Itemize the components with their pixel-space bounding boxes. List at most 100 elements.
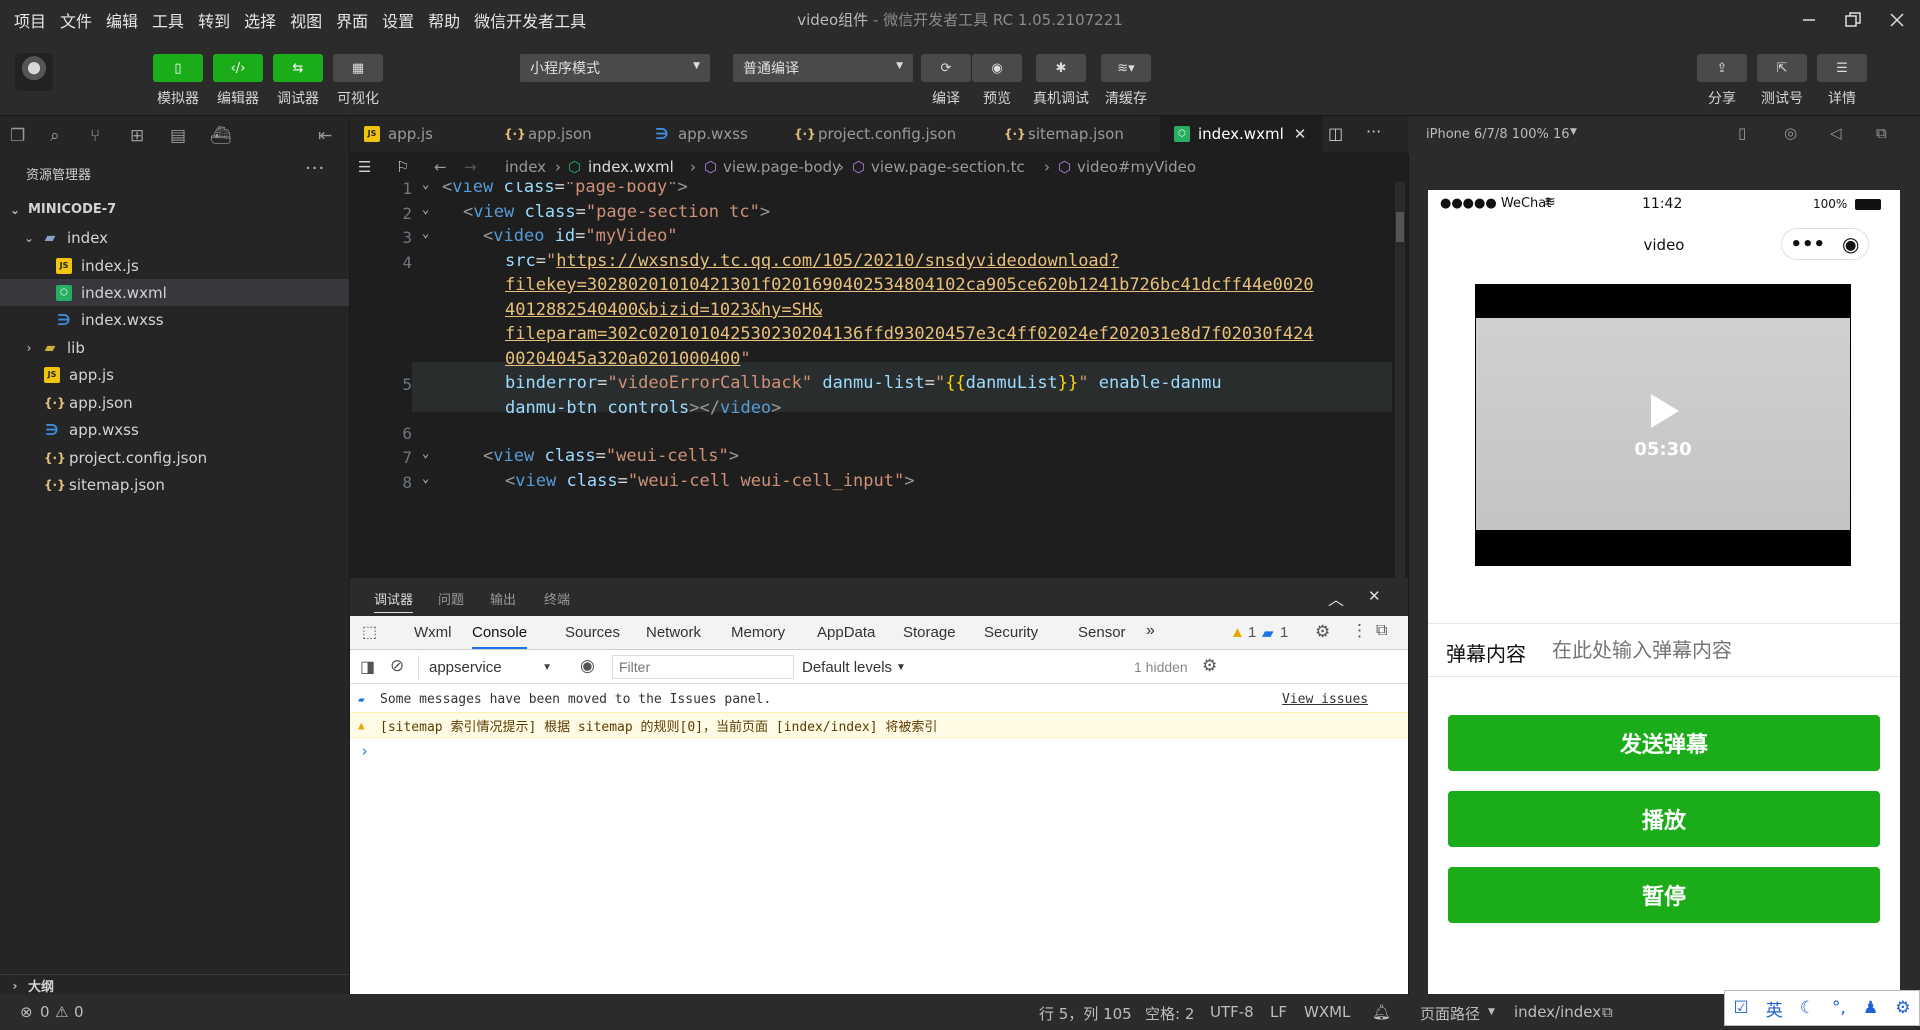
tree-item-app-js[interactable]: JS app.js (0, 361, 349, 388)
avatar[interactable] (15, 53, 53, 91)
clear-console-icon[interactable]: ⊘ (390, 656, 404, 676)
console-prompt[interactable]: › (350, 738, 1408, 764)
sidebar-toggle-icon[interactable]: ◨ (360, 657, 375, 677)
video-player[interactable]: 05:30 (1475, 284, 1851, 566)
minimize-button[interactable] (1784, 0, 1834, 40)
tab-wxml[interactable]: Wxml (414, 624, 452, 641)
menu-tools[interactable]: 工具 (152, 8, 184, 32)
fold-chevron-icon[interactable]: ⌄ (422, 226, 429, 240)
live-expression-eye-icon[interactable]: ◉ (580, 656, 595, 676)
gear-icon[interactable]: ⚙ (1895, 998, 1910, 1018)
tab-project-config-json[interactable]: {·} project.config.json (780, 116, 990, 152)
warning-count[interactable]: 0 (74, 1003, 84, 1021)
search-icon[interactable]: ⌕ (50, 126, 60, 146)
tab-problems[interactable]: 问题 (438, 589, 464, 608)
maximize-button[interactable] (1828, 0, 1878, 40)
line-ending[interactable]: LF (1270, 1003, 1287, 1021)
tab-memory[interactable]: Memory (731, 624, 785, 641)
breadcrumb-item[interactable]: video#myVideo (1077, 158, 1196, 176)
tab-storage[interactable]: Storage (903, 624, 956, 641)
popout-icon[interactable]: ⧉ (1876, 124, 1887, 142)
debugger-toggle-button[interactable]: ⇆ (273, 54, 323, 82)
compile-button[interactable]: ⟳ (921, 54, 971, 82)
preview-button[interactable]: ◉ (972, 54, 1022, 82)
tab-sitemap-json[interactable]: {·} sitemap.json (990, 116, 1160, 152)
error-icon[interactable]: ⊗ (20, 1003, 33, 1021)
warning-icon[interactable]: ⚠ (55, 1003, 68, 1021)
code-url[interactable]: filekey=30280201010421301f02016904025348… (505, 275, 1314, 295)
tree-item-index-js[interactable]: JS index.js (0, 252, 349, 279)
code-url[interactable]: https://wxsnsdy.tc.qq.com/105/20210/snsd… (556, 251, 1119, 271)
tree-item-sitemap-json[interactable]: {·} sitemap.json (0, 471, 349, 498)
tab-network[interactable]: Network (646, 624, 701, 641)
moon-icon[interactable]: ☾ (1800, 998, 1815, 1018)
page-path-label[interactable]: 页面路径 (1420, 1003, 1480, 1024)
gear-icon[interactable]: ⚙ (1315, 622, 1330, 642)
menu-settings[interactable]: 设置 (382, 8, 414, 32)
collapse-sidebar-icon[interactable]: ⇤ (318, 126, 332, 146)
phone-rotate-icon[interactable]: ▯ (1738, 124, 1746, 142)
console-settings-gear-icon[interactable]: ⚙ (1202, 656, 1217, 676)
code-editor[interactable]: 1 2 3 4 5 6 7 8 ⌄ ⌄ ⌄ ⌄ ⌄ <view class="p… (350, 182, 1408, 578)
share-button[interactable]: ⇪ (1697, 54, 1747, 82)
back-icon[interactable]: ← (434, 158, 447, 176)
play-button[interactable]: 播放 (1448, 791, 1880, 847)
tab-index-wxml[interactable]: ⬡ index.wxml ✕ (1160, 116, 1322, 152)
menu-help[interactable]: 帮助 (428, 8, 460, 32)
kebab-menu-icon[interactable]: ⋮ (1351, 621, 1368, 641)
compile-mode-select[interactable]: 普通编译 ▼ (733, 54, 913, 82)
code-url[interactable]: 4012882540400&bizid=1023&hy=SH& (505, 300, 822, 320)
docker-icon[interactable]: ⛴ (210, 126, 232, 146)
breadcrumb-item[interactable]: view.page-body (723, 158, 841, 176)
menu-view[interactable]: 视图 (290, 8, 322, 32)
send-danmu-button[interactable]: 发送弹幕 (1448, 715, 1880, 771)
storage-icon[interactable]: ▤ (170, 126, 186, 146)
tree-item-index-wxss[interactable]: ∋ index.wxss (0, 306, 349, 333)
tab-terminal[interactable]: 终端 (544, 589, 570, 608)
close-miniprogram-icon[interactable]: ◉ (1842, 232, 1859, 256)
context-select[interactable]: appservice ▼ (418, 655, 558, 679)
extensions-icon[interactable]: ⊞ (130, 126, 144, 146)
menu-select[interactable]: 选择 (244, 8, 276, 32)
more-dots-icon[interactable]: ••• (1791, 234, 1826, 255)
ime-lang[interactable]: 英 (1766, 996, 1783, 1021)
indentation[interactable]: 空格: 2 (1145, 1003, 1194, 1024)
device-select[interactable]: iPhone 6/7/8 100% 16 (1426, 127, 1570, 142)
clear-cache-button[interactable]: ≋▾ (1101, 54, 1151, 82)
bookmark-icon[interactable]: ⚐ (396, 158, 409, 176)
menu-interface[interactable]: 界面 (336, 8, 368, 32)
editor-toggle-button[interactable]: ‹/› (213, 54, 263, 82)
close-tab-icon[interactable]: ✕ (1294, 125, 1307, 143)
record-icon[interactable]: ◎ (1784, 124, 1797, 142)
tree-item-app-wxss[interactable]: ∋ app.wxss (0, 416, 349, 443)
tree-item-project-config-json[interactable]: {·} project.config.json (0, 444, 349, 471)
punctuation-icon[interactable]: °, (1832, 998, 1846, 1018)
tree-item-index-folder[interactable]: ⌄ ▰ index (0, 224, 349, 251)
breadcrumb-item[interactable]: index.wxml (588, 158, 674, 176)
menu-project[interactable]: 项目 (14, 8, 46, 32)
menu-edit[interactable]: 编辑 (106, 8, 138, 32)
cursor-position[interactable]: 行 5，列 105 (1039, 1003, 1132, 1024)
error-count[interactable]: 0 (40, 1003, 50, 1021)
outline-section[interactable]: › 大纲 (0, 974, 349, 996)
inspect-element-icon[interactable]: ⬚ (362, 622, 377, 642)
forward-icon[interactable]: → (464, 158, 477, 176)
tab-app-js[interactable]: JS app.js (350, 116, 490, 152)
capsule-menu[interactable]: ••• ◉ (1781, 228, 1869, 260)
mode-select[interactable]: 小程序模式 ▼ (520, 54, 710, 82)
split-editor-icon[interactable]: ◫ (1328, 124, 1343, 143)
tab-sensor[interactable]: Sensor (1078, 624, 1126, 641)
view-issues-link[interactable]: View issues (1282, 692, 1368, 707)
tab-security[interactable]: Security (984, 624, 1038, 641)
tab-console[interactable]: Console (472, 624, 528, 649)
tree-item-lib-folder[interactable]: › ▰ lib (0, 334, 349, 361)
list-icon[interactable]: ☰ (358, 158, 371, 176)
close-window-button[interactable] (1872, 0, 1920, 40)
files-icon[interactable]: ❐ (10, 126, 25, 146)
encoding[interactable]: UTF-8 (1210, 1003, 1254, 1021)
fold-chevron-icon[interactable]: ⌄ (422, 182, 429, 191)
simulator-toggle-button[interactable]: ▯ (153, 54, 203, 82)
tab-app-json[interactable]: {·} app.json (490, 116, 640, 152)
more-tabs-icon[interactable]: » (1146, 622, 1155, 640)
log-levels-select[interactable]: Default levels ▼ (802, 655, 906, 679)
